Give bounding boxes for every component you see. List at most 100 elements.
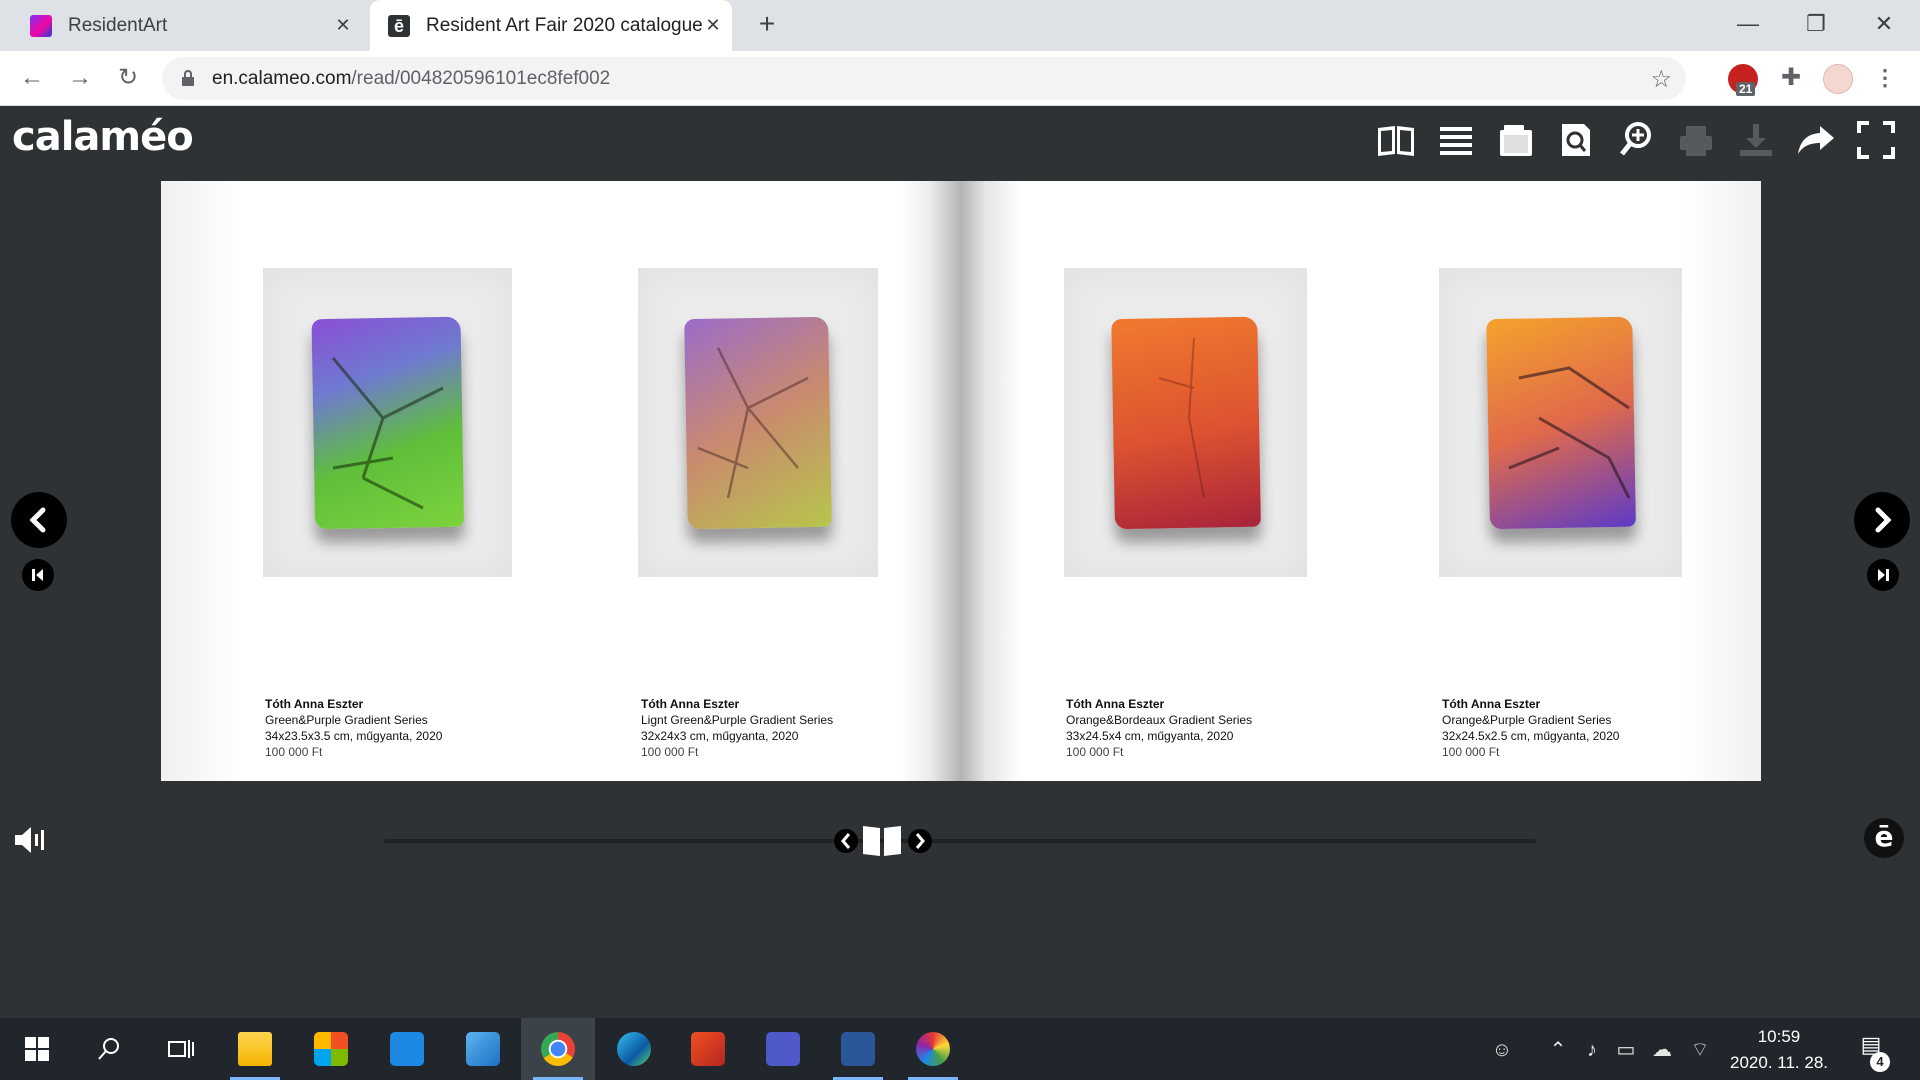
system-clock[interactable]: 10:59 2020. 11. 28. bbox=[1720, 1024, 1838, 1076]
artwork-image[interactable] bbox=[638, 268, 878, 577]
back-button[interactable]: ← bbox=[16, 62, 48, 94]
new-tab-button[interactable]: + bbox=[752, 10, 782, 40]
artwork-image[interactable] bbox=[1439, 268, 1682, 577]
mail-taskbar-button[interactable] bbox=[370, 1018, 444, 1080]
network-icon[interactable]: ⌔ bbox=[1686, 1036, 1714, 1064]
minimize-button[interactable]: — bbox=[1728, 8, 1768, 40]
people-icon[interactable]: ☺ bbox=[1488, 1036, 1516, 1064]
store-taskbar-button[interactable] bbox=[294, 1018, 368, 1080]
print-icon bbox=[1674, 118, 1718, 162]
window-close-button[interactable]: ✕ bbox=[1864, 8, 1904, 40]
clock-date: 2020. 11. 28. bbox=[1730, 1053, 1828, 1072]
chevron-right-icon bbox=[1875, 507, 1892, 533]
clock-time: 10:59 bbox=[1757, 1027, 1801, 1046]
residentart-favicon-icon bbox=[30, 14, 52, 37]
first-page-icon bbox=[32, 569, 43, 581]
url-path: /read/004820596101ec8fef002 bbox=[351, 68, 611, 89]
artwork-caption: Tóth Anna Eszter Lignt Green&Purple Grad… bbox=[641, 696, 833, 760]
speaker-icon bbox=[15, 827, 44, 853]
catalogue-spread[interactable]: Tóth Anna Eszter Green&Purple Gradient S… bbox=[161, 181, 1761, 781]
last-page-icon bbox=[1878, 569, 1889, 581]
store-bag-icon bbox=[314, 1032, 348, 1066]
book-gutter-shadow bbox=[901, 181, 1021, 781]
folder-icon bbox=[238, 1032, 272, 1066]
browser-toolbar: ← → ↻ en.calameo.com/read/004820596101ec… bbox=[0, 51, 1920, 106]
artwork-price: 100 000 Ft bbox=[265, 745, 323, 759]
page-slider-track[interactable] bbox=[384, 839, 1536, 843]
control-panel-taskbar-button[interactable] bbox=[446, 1018, 520, 1080]
first-page-button[interactable] bbox=[22, 559, 54, 591]
artwork-title: Orange&Purple Gradient Series bbox=[1442, 713, 1612, 727]
sound-toggle-button[interactable] bbox=[12, 822, 48, 858]
artist-name: Tóth Anna Eszter bbox=[1442, 697, 1541, 711]
profile-avatar[interactable] bbox=[1823, 64, 1853, 94]
bookmark-star-icon[interactable]: ☆ bbox=[1650, 65, 1672, 94]
notification-count-badge: 4 bbox=[1870, 1052, 1890, 1072]
share-icon[interactable] bbox=[1794, 118, 1838, 162]
mail-envelope-icon bbox=[390, 1032, 424, 1066]
artwork-image[interactable] bbox=[263, 268, 512, 577]
book-view-icon[interactable] bbox=[1374, 118, 1418, 162]
download-icon bbox=[1734, 118, 1778, 162]
edge-taskbar-button[interactable] bbox=[597, 1018, 671, 1080]
battery-icon[interactable]: ▭ bbox=[1612, 1036, 1640, 1064]
extensions-puzzle-icon[interactable]: ✚ bbox=[1774, 61, 1808, 95]
volume-icon[interactable]: ♪ bbox=[1578, 1036, 1606, 1064]
start-button[interactable] bbox=[0, 1018, 74, 1080]
artist-name: Tóth Anna Eszter bbox=[265, 697, 364, 711]
address-bar[interactable]: en.calameo.com/read/004820596101ec8fef00… bbox=[162, 57, 1686, 100]
calameo-viewer: calaméo Tóth Anna Eszter Green&Purple Gr… bbox=[0, 106, 1920, 1018]
next-page-button[interactable] bbox=[1854, 492, 1910, 548]
url-host: en.calameo.com bbox=[212, 68, 352, 89]
paint-palette-icon bbox=[916, 1032, 950, 1066]
chevron-left-icon bbox=[29, 507, 46, 533]
artwork-title: Orange&Bordeaux Gradient Series bbox=[1066, 713, 1253, 727]
fullscreen-icon[interactable] bbox=[1854, 118, 1898, 162]
word-icon bbox=[841, 1032, 875, 1066]
calameo-badge-icon[interactable]: ē bbox=[1864, 818, 1904, 858]
windows-taskbar: ☺ ⌃ ♪ ▭ ☁ ⌔ 10:59 2020. 11. 28. ▤ 4 bbox=[0, 1018, 1920, 1080]
restore-button[interactable]: ❐ bbox=[1796, 8, 1836, 40]
previous-page-button[interactable] bbox=[11, 492, 67, 548]
forward-button[interactable]: → bbox=[64, 62, 96, 94]
search-button[interactable] bbox=[72, 1018, 146, 1080]
reload-button[interactable]: ↻ bbox=[112, 62, 144, 94]
teams-taskbar-button[interactable] bbox=[746, 1018, 820, 1080]
pages-icon[interactable] bbox=[1494, 118, 1538, 162]
artwork-price: 100 000 Ft bbox=[641, 745, 699, 759]
tab-calameo-catalogue[interactable]: ē Resident Art Fair 2020 catalogue ✕ bbox=[370, 0, 732, 51]
task-view-button[interactable] bbox=[144, 1018, 218, 1080]
last-page-button[interactable] bbox=[1867, 559, 1899, 591]
close-tab-icon[interactable]: ✕ bbox=[702, 14, 724, 36]
task-view-icon bbox=[168, 1040, 194, 1058]
artist-name: Tóth Anna Eszter bbox=[1066, 697, 1165, 711]
list-icon[interactable] bbox=[1434, 118, 1478, 162]
calameo-logo[interactable]: calaméo bbox=[12, 114, 194, 160]
onedrive-icon[interactable]: ☁ bbox=[1648, 1036, 1676, 1064]
artwork-title: Lignt Green&Purple Gradient Series bbox=[641, 713, 834, 727]
browser-menu-icon[interactable]: ⋮ bbox=[1870, 62, 1900, 94]
lock-icon[interactable] bbox=[182, 70, 194, 86]
url-text[interactable]: en.calameo.com/read/004820596101ec8fef00… bbox=[212, 57, 610, 100]
word-taskbar-button[interactable] bbox=[821, 1018, 895, 1080]
chevron-up-icon[interactable]: ⌃ bbox=[1544, 1036, 1572, 1064]
zoom-icon[interactable] bbox=[1614, 118, 1658, 162]
page-slider-thumb[interactable] bbox=[832, 818, 932, 862]
chrome-taskbar-button[interactable] bbox=[521, 1018, 595, 1080]
artwork-details: 32x24x3 cm, műgyanta, 2020 bbox=[641, 729, 799, 743]
close-tab-icon[interactable]: ✕ bbox=[332, 14, 354, 36]
paint-taskbar-button[interactable] bbox=[896, 1018, 970, 1080]
windows-logo-icon bbox=[25, 1037, 49, 1061]
tab-residentart[interactable]: ResidentArt ✕ bbox=[18, 0, 362, 51]
search-document-icon[interactable] bbox=[1554, 118, 1598, 162]
search-icon bbox=[98, 1038, 119, 1060]
artwork-details: 32x24.5x2.5 cm, műgyanta, 2020 bbox=[1442, 729, 1620, 743]
artwork-image[interactable] bbox=[1064, 268, 1307, 577]
office-taskbar-button[interactable] bbox=[671, 1018, 745, 1080]
tab-title: ResidentArt bbox=[68, 14, 168, 36]
artwork-details: 33x24.5x4 cm, műgyanta, 2020 bbox=[1066, 729, 1234, 743]
artwork-details: 34x23.5x3.5 cm, műgyanta, 2020 bbox=[265, 729, 443, 743]
artwork-price: 100 000 Ft bbox=[1066, 745, 1124, 759]
file-explorer-taskbar-button[interactable] bbox=[218, 1018, 292, 1080]
artwork-caption: Tóth Anna Eszter Orange&Bordeaux Gradien… bbox=[1066, 696, 1252, 760]
